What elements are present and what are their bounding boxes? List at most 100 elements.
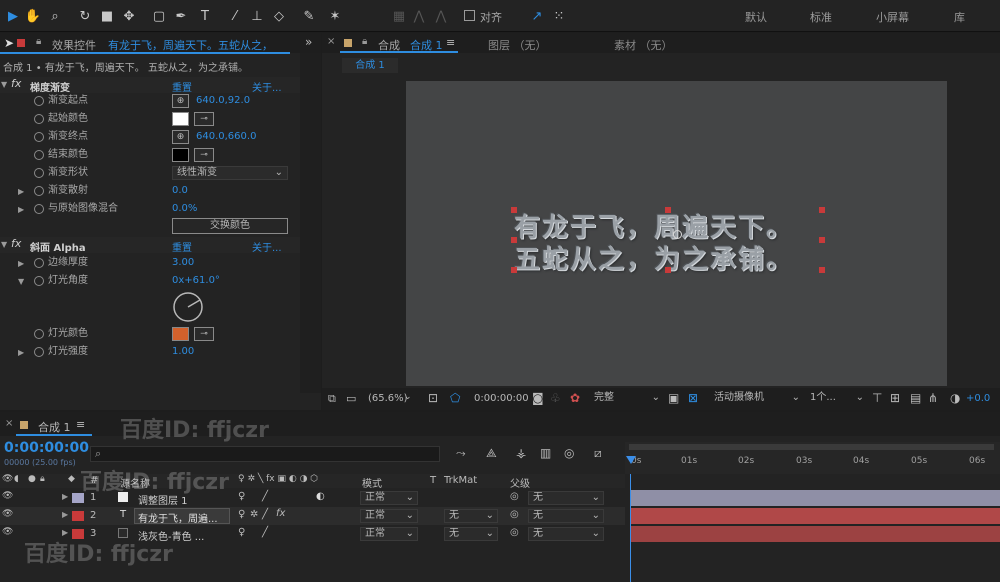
stopwatch-icon[interactable] <box>34 168 44 178</box>
workspace-small-screen[interactable]: 小屏幕 <box>876 9 909 25</box>
point-control-icon[interactable]: ⊕ <box>172 130 189 144</box>
selection-tool-icon[interactable]: ▶ <box>4 7 22 25</box>
bounding-box-handle[interactable] <box>819 267 825 273</box>
snap-checkbox[interactable] <box>464 10 475 21</box>
layer-duration-bar[interactable] <box>630 490 1000 506</box>
reset-exposure-icon[interactable]: ▤ <box>910 391 921 405</box>
snapshot-icon[interactable]: ◙ <box>532 391 544 405</box>
time-ruler[interactable]: 0s 01s 02s 03s 04s 05s 06s <box>625 442 1000 474</box>
bounding-box-handle[interactable] <box>511 207 517 213</box>
exposure-value[interactable]: +0.0 <box>966 393 990 404</box>
visibility-eye-icon[interactable]: 👁︎ <box>2 509 13 519</box>
fx-icon[interactable]: fx <box>11 237 21 250</box>
pickwhip-icon[interactable]: ◎ <box>510 509 519 520</box>
pickwhip-icon[interactable]: ◎ <box>510 527 519 538</box>
shy-switch-icon[interactable]: ♀ <box>238 509 245 520</box>
video-visibility-icon[interactable]: 👁︎ <box>2 474 13 484</box>
mode-dropdown[interactable]: 正常 ⌄ <box>360 527 418 541</box>
collapse-switch-icon[interactable]: ✲ <box>250 509 258 520</box>
trkmat-dropdown[interactable]: 无 ⌄ <box>444 509 498 523</box>
stopwatch-icon[interactable] <box>34 132 44 142</box>
stopwatch-icon[interactable] <box>34 150 44 160</box>
prop-value[interactable]: 0.0% <box>172 201 197 217</box>
about-link[interactable]: 关于... <box>252 239 282 254</box>
expand-triangle-icon[interactable]: ▼ <box>1 80 7 89</box>
layer-duration-bar[interactable] <box>630 526 1000 542</box>
prop-value[interactable]: 3.00 <box>172 255 194 271</box>
brush-tool-icon[interactable]: ⁄ <box>226 7 244 25</box>
playhead-handle[interactable] <box>626 456 636 464</box>
fx-switch-icon[interactable]: fx <box>276 508 285 519</box>
workspace-default[interactable]: 默认 <box>745 9 767 25</box>
expand-triangle-icon[interactable]: ▶ <box>18 202 24 218</box>
tab-menu-icon[interactable]: ≡ <box>76 418 85 431</box>
transparency-grid-icon[interactable]: ⊠ <box>688 391 698 405</box>
zoom-level[interactable]: (65.6%) <box>368 393 408 404</box>
start-color-swatch[interactable] <box>172 112 189 126</box>
anchor-point-icon[interactable] <box>673 230 682 239</box>
camera-tool-icon[interactable]: ■ <box>98 7 116 25</box>
current-time[interactable]: 0:00:00:00 <box>474 393 529 404</box>
lock-icon[interactable]: 🔒︎ <box>362 36 367 47</box>
bounding-box-handle[interactable] <box>511 267 517 273</box>
parent-dropdown[interactable]: 无 ⌄ <box>528 491 604 505</box>
reset-link[interactable]: 重置 <box>172 79 192 94</box>
effect-header-gradient[interactable]: ▼ fx 梯度渐变 重置 关于... <box>0 77 300 94</box>
adjustment-switch-icon[interactable]: ◐ <box>316 491 325 502</box>
lock-icon[interactable]: 🔒︎ <box>36 36 41 47</box>
parent-dropdown[interactable]: 无 ⌄ <box>528 527 604 541</box>
zoom-tool-icon[interactable]: ⌕ <box>46 7 64 25</box>
draft-3d-icon[interactable]: ⟁ <box>486 446 497 461</box>
layer-label-color[interactable] <box>72 511 84 521</box>
expand-triangle-icon[interactable]: ▶ <box>18 184 24 200</box>
comp-breadcrumb[interactable]: 合成 1 <box>342 58 398 73</box>
region-of-interest-icon[interactable]: ▣ <box>668 391 679 405</box>
motion-blur-icon[interactable]: ◎ <box>564 446 574 460</box>
frame-blending-icon[interactable]: ▥ <box>540 446 551 460</box>
solo-icon[interactable]: ● <box>28 474 36 484</box>
flowchart-icon[interactable]: ⋔ <box>928 391 938 405</box>
tab-menu-icon[interactable]: ≡ <box>446 36 455 49</box>
reset-link[interactable]: 重置 <box>172 239 192 254</box>
rotate-tool-icon[interactable]: ↻ <box>76 7 94 25</box>
chevron-down-icon[interactable]: ⌄ <box>404 392 412 402</box>
eraser-tool-icon[interactable]: ◇ <box>270 7 288 25</box>
toggle-view-icon[interactable]: ⊤ <box>872 391 882 405</box>
graph-editor-icon[interactable]: ⧄ <box>594 446 602 461</box>
expand-triangle-icon[interactable]: ▼ <box>1 240 7 249</box>
expand-triangle-icon[interactable]: ▶ <box>18 345 24 361</box>
composition-viewer[interactable]: 有龙于飞，周遍天下。 五蛇从之，为之承铺。 <box>406 81 947 386</box>
draft-3d-icon[interactable]: ⊞ <box>890 391 900 405</box>
shy-switch-icon[interactable]: ♀ <box>238 527 245 538</box>
comp-flowchart-icon[interactable]: ⤳ <box>456 446 466 461</box>
stopwatch-icon[interactable] <box>34 329 44 339</box>
bounding-box-handle[interactable] <box>511 237 517 243</box>
quality-switch-icon[interactable]: ╱ <box>262 491 268 502</box>
mask-visibility-icon[interactable]: ⬠ <box>450 391 460 405</box>
expand-triangle-icon[interactable]: ▶ <box>18 256 24 272</box>
visibility-eye-icon[interactable]: 👁︎ <box>2 491 13 501</box>
puppet-tool-icon[interactable]: ✶ <box>326 7 344 25</box>
stopwatch-icon[interactable] <box>34 96 44 106</box>
quality-switch-icon[interactable]: ╱ <box>262 527 268 538</box>
light-color-swatch[interactable] <box>172 327 189 341</box>
fit-icon[interactable]: ⊡ <box>428 391 438 405</box>
prop-value[interactable]: 0.0 <box>172 183 188 199</box>
footage-tab[interactable]: 素材 （无） <box>614 37 673 53</box>
pen-tool-icon[interactable]: ✒ <box>172 7 190 25</box>
swap-colors-button[interactable]: 交换颜色 <box>172 218 288 234</box>
layer-duration-bar[interactable] <box>630 508 1000 524</box>
show-snapshot-icon[interactable]: ♧ <box>550 391 561 405</box>
effect-header-bevel-alpha[interactable]: ▼ fx 斜面 Alpha 重置 关于... <box>0 237 300 254</box>
trkmat-header[interactable]: TrkMat <box>444 475 477 486</box>
expand-triangle-icon[interactable]: ▶ <box>62 492 68 501</box>
mode-dropdown[interactable]: 正常 ⌄ <box>360 491 418 505</box>
layer-row[interactable]: 👁︎ ▶ 2 T 有龙于飞，周遍... ♀ ✲ ╱ fx 正常 ⌄ 无 ⌄ ◎ 无 ⌄ <box>0 507 625 525</box>
close-icon[interactable]: × <box>5 418 13 429</box>
prop-value[interactable]: 0x+61.0° <box>172 273 220 289</box>
bounding-box-handle[interactable] <box>665 207 671 213</box>
quality-switch-icon[interactable]: ╱ <box>262 509 268 520</box>
parent-header[interactable]: 父级 <box>510 475 530 490</box>
bounding-box-handle[interactable] <box>819 237 825 243</box>
always-preview-icon[interactable]: ⧉ <box>328 392 336 406</box>
